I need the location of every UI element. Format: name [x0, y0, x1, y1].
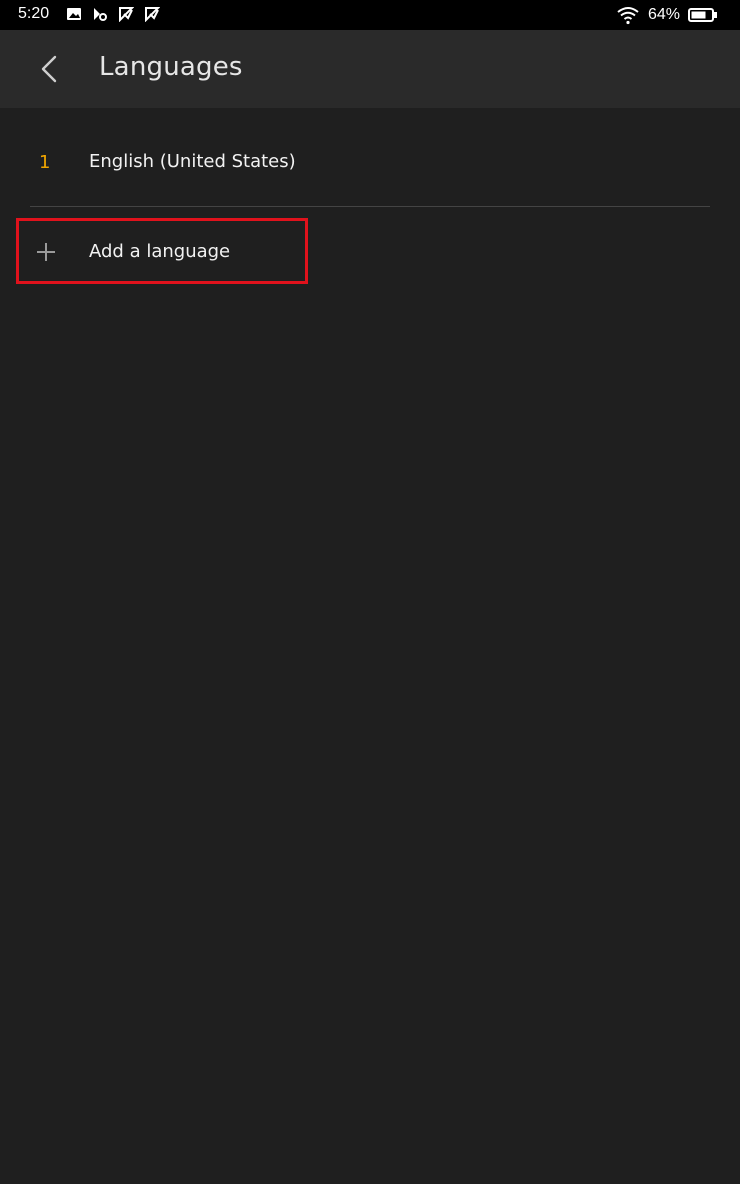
notification-icon [94, 8, 107, 21]
chevron-left-icon [41, 55, 57, 83]
language-item[interactable]: 1 English (United States) [30, 108, 710, 206]
language-label: English (United States) [89, 151, 296, 172]
battery-icon [688, 8, 717, 22]
battery-percentage: 64% [647, 6, 680, 23]
back-button[interactable] [26, 46, 72, 92]
image-icon [67, 8, 81, 20]
notification-icons [66, 6, 160, 22]
status-right: 64% [616, 5, 718, 25]
status-time: 5:20 [18, 5, 50, 22]
page-title: Languages [99, 52, 243, 82]
add-language-label: Add a language [89, 241, 231, 262]
status-bar: 5:20 64% [0, 0, 740, 30]
app-bar: Languages [0, 30, 740, 108]
add-language-button[interactable]: Add a language [16, 218, 308, 284]
notification-icon [145, 7, 160, 22]
plus-icon [37, 243, 55, 261]
divider [30, 206, 710, 207]
wifi-icon [617, 7, 639, 25]
notification-icon [119, 7, 134, 22]
language-priority: 1 [39, 152, 51, 173]
